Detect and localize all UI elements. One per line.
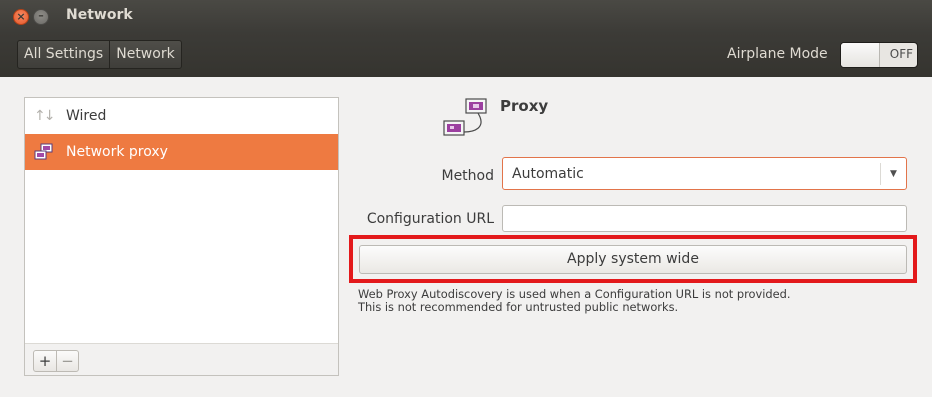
note-line-2: This is not recommended for untrusted pu… — [358, 300, 679, 314]
toggle-knob[interactable] — [841, 43, 880, 67]
method-label: Method — [441, 168, 494, 184]
all-settings-button[interactable]: All Settings — [18, 41, 109, 68]
network-proxy-icon — [34, 143, 53, 161]
window-title: Network — [66, 7, 133, 23]
network-breadcrumb-button[interactable]: Network — [109, 41, 180, 68]
window-close-button[interactable]: × — [13, 9, 29, 25]
proxy-title: Proxy — [500, 97, 549, 115]
minimize-icon: – — [38, 9, 44, 22]
main-content: ↑↓ Wired Network proxy + − Proxy Method … — [6, 77, 926, 395]
breadcrumb: All Settings Network — [17, 40, 182, 69]
method-dropdown[interactable]: Automatic ▼ — [502, 157, 907, 190]
list-item-wired[interactable]: ↑↓ Wired — [25, 98, 338, 134]
autodiscovery-note: Web Proxy Autodiscovery is used when a C… — [358, 288, 791, 314]
window-minimize-button[interactable]: – — [33, 9, 49, 25]
window-titlebar: × – Network — [0, 0, 932, 33]
list-item-network-proxy[interactable]: Network proxy — [25, 134, 338, 170]
airplane-mode-toggle[interactable]: OFF — [840, 42, 918, 68]
list-toolbar: + − — [25, 343, 338, 375]
close-icon: × — [16, 10, 26, 23]
proxy-header-icon — [442, 97, 488, 143]
list-item-label: Wired — [66, 108, 107, 124]
toggle-state-label: OFF — [889, 47, 913, 61]
add-connection-button[interactable]: + — [34, 351, 56, 371]
chevron-down-icon: ▼ — [880, 163, 906, 185]
airplane-mode-label: Airplane Mode — [727, 46, 828, 62]
network-wired-arrows-icon: ↑↓ — [34, 108, 56, 124]
connection-list: ↑↓ Wired Network proxy + − — [24, 97, 339, 376]
configuration-url-label: Configuration URL — [366, 211, 494, 227]
add-remove-group: + − — [33, 350, 79, 372]
configuration-url-input[interactable] — [502, 205, 907, 232]
list-item-label: Network proxy — [66, 144, 168, 160]
remove-connection-button[interactable]: − — [56, 351, 78, 371]
toolbar: All Settings Network Airplane Mode OFF — [0, 33, 932, 77]
apply-system-wide-button[interactable]: Apply system wide — [359, 245, 907, 274]
method-selected-value: Automatic — [512, 166, 584, 182]
